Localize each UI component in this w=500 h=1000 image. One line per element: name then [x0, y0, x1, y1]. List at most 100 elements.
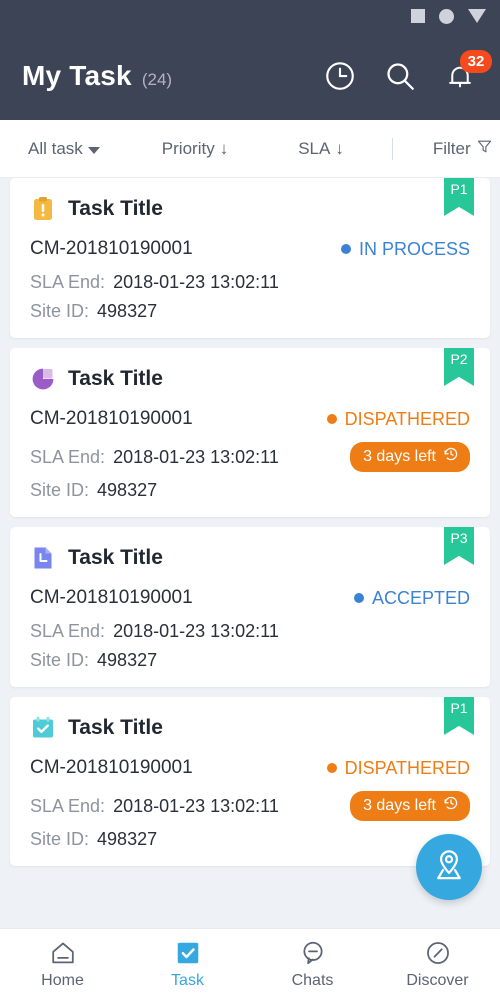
site-id-value: 498327 [97, 480, 158, 500]
site-id-label: Site ID: [30, 650, 90, 670]
clock-icon [443, 795, 459, 816]
task-title-row: Task Title [30, 196, 470, 222]
pie-chart-icon [30, 366, 56, 392]
task-title-row: Task Title [30, 545, 470, 571]
app-screen: My Task (24) 32 All task Priority ↓ SLA … [0, 0, 500, 1000]
page-title-text: My Task [22, 60, 132, 91]
sla-end: SLA End: 2018-01-23 13:02:11 [30, 621, 279, 642]
status-bar [0, 0, 500, 32]
header-actions: 32 [322, 50, 492, 94]
status-badge: IN PROCESS [340, 238, 470, 260]
history-icon[interactable] [322, 58, 358, 94]
nav-item-discover[interactable]: Discover [375, 939, 500, 990]
notifications-icon[interactable]: 32 [442, 50, 492, 94]
task-title-row: Task Title [30, 366, 470, 392]
check-square-icon [174, 939, 202, 967]
site-id: Site ID: 498327 [30, 829, 470, 850]
status-badge: ACCEPTED [353, 587, 470, 609]
funnel-icon [476, 138, 493, 160]
square-icon [411, 9, 425, 23]
task-code: CM-201810190001 [30, 587, 193, 608]
nav-label-chats: Chats [291, 972, 334, 989]
task-card[interactable]: P2 Task Title CM-201810190001 DISPATHERE… [10, 348, 490, 517]
days-left-label: 3 days left [363, 447, 436, 465]
nav-item-home[interactable]: Home [0, 939, 125, 990]
map-location-pin-icon [430, 846, 468, 889]
task-sla-row: SLA End: 2018-01-23 13:02:11 [30, 621, 470, 642]
task-title: Task Title [68, 367, 163, 390]
filter-button[interactable]: Filter [433, 138, 493, 160]
task-code: CM-201810190001 [30, 238, 193, 259]
arrow-down-icon: ↓ [335, 139, 344, 158]
filter-all-task[interactable]: All task [28, 139, 100, 159]
filter-all-task-label: All task [28, 138, 83, 158]
site-id: Site ID: 498327 [30, 650, 470, 671]
status-label: DISPATHERED [344, 408, 470, 429]
search-icon[interactable] [382, 58, 418, 94]
status-dot-icon [326, 763, 337, 773]
sla-end-value: 2018-01-23 13:02:11 [113, 272, 279, 292]
sla-end-label: SLA End: [30, 446, 106, 467]
sla-end: SLA End: 2018-01-23 13:02:11 [30, 447, 279, 468]
site-id-label: Site ID: [30, 480, 90, 500]
task-title-row: Task Title [30, 715, 470, 741]
app-header: My Task (24) 32 [0, 32, 500, 120]
site-id-value: 498327 [97, 829, 158, 849]
page-title: My Task (24) [22, 60, 322, 92]
task-count: (24) [141, 70, 173, 89]
status-badge: DISPATHERED [326, 757, 470, 779]
nav-label-discover: Discover [406, 972, 469, 989]
task-code: CM-201810190001 [30, 757, 193, 778]
task-card[interactable]: P3 Task Title CM-201810190001 ACCEPTED S… [10, 527, 490, 687]
sort-sla-label: SLA [298, 138, 331, 158]
task-code: CM-201810190001 [30, 408, 193, 429]
filter-bar: All task Priority ↓ SLA ↓ Filter [0, 120, 500, 178]
sla-end-value: 2018-01-23 13:02:11 [113, 795, 279, 816]
divider [391, 137, 393, 160]
task-code-row: CM-201810190001 DISPATHERED [30, 757, 470, 779]
sort-priority[interactable]: Priority ↓ [162, 139, 228, 159]
chevron-down-icon [87, 146, 100, 154]
site-id-label: Site ID: [30, 829, 90, 849]
sla-end: SLA End: 2018-01-23 13:02:11 [30, 272, 279, 293]
bottom-navigation: Home Task Chats Discover [0, 928, 500, 1000]
task-list[interactable]: P1 Task Title CM-201810190001 IN PROCESS [0, 178, 500, 928]
site-id-value: 498327 [97, 301, 158, 321]
status-badge: DISPATHERED [326, 408, 470, 430]
map-fab-button[interactable] [416, 834, 482, 900]
sla-end-value: 2018-01-23 13:02:11 [113, 446, 279, 467]
sla-end-value: 2018-01-23 13:02:11 [113, 621, 279, 641]
sla-end: SLA End: 2018-01-23 13:02:11 [30, 796, 279, 817]
task-code-row: CM-201810190001 IN PROCESS [30, 238, 470, 260]
days-left-badge: 3 days left [350, 442, 470, 472]
task-title: Task Title [68, 197, 163, 220]
compass-icon [424, 939, 452, 967]
sort-priority-label: Priority [161, 138, 215, 158]
nav-label-home: Home [41, 972, 84, 989]
task-code-row: CM-201810190001 DISPATHERED [30, 408, 470, 430]
task-sla-row: SLA End: 2018-01-23 13:02:11 [30, 272, 470, 293]
nav-item-task[interactable]: Task [125, 939, 250, 990]
task-sla-row: SLA End: 2018-01-23 13:02:11 3 days left [30, 791, 470, 821]
chat-bubble-icon [299, 939, 327, 967]
sort-sla[interactable]: SLA ↓ [298, 139, 344, 159]
task-card[interactable]: P1 Task Title CM-201810190001 IN PROCESS [10, 178, 490, 338]
task-sla-row: SLA End: 2018-01-23 13:02:11 3 days left [30, 442, 470, 472]
status-dot-icon [353, 593, 364, 603]
task-code-row: CM-201810190001 ACCEPTED [30, 587, 470, 609]
site-id-value: 498327 [97, 650, 158, 670]
status-label: DISPATHERED [344, 757, 470, 778]
document-icon [30, 545, 56, 571]
sla-end-label: SLA End: [30, 272, 106, 292]
days-left-label: 3 days left [363, 796, 436, 814]
task-card[interactable]: P1 Task Title CM-201810190001 DISPATHERE… [10, 697, 490, 866]
status-label: IN PROCESS [358, 238, 470, 259]
sla-end-label: SLA End: [30, 795, 106, 816]
clipboard-alert-icon [30, 196, 56, 222]
site-id: Site ID: 498327 [30, 480, 470, 501]
notification-badge: 32 [460, 50, 492, 73]
filter-button-label: Filter [432, 138, 471, 158]
status-label: ACCEPTED [371, 587, 470, 608]
triangle-down-icon [468, 9, 486, 23]
nav-item-chats[interactable]: Chats [250, 939, 375, 990]
